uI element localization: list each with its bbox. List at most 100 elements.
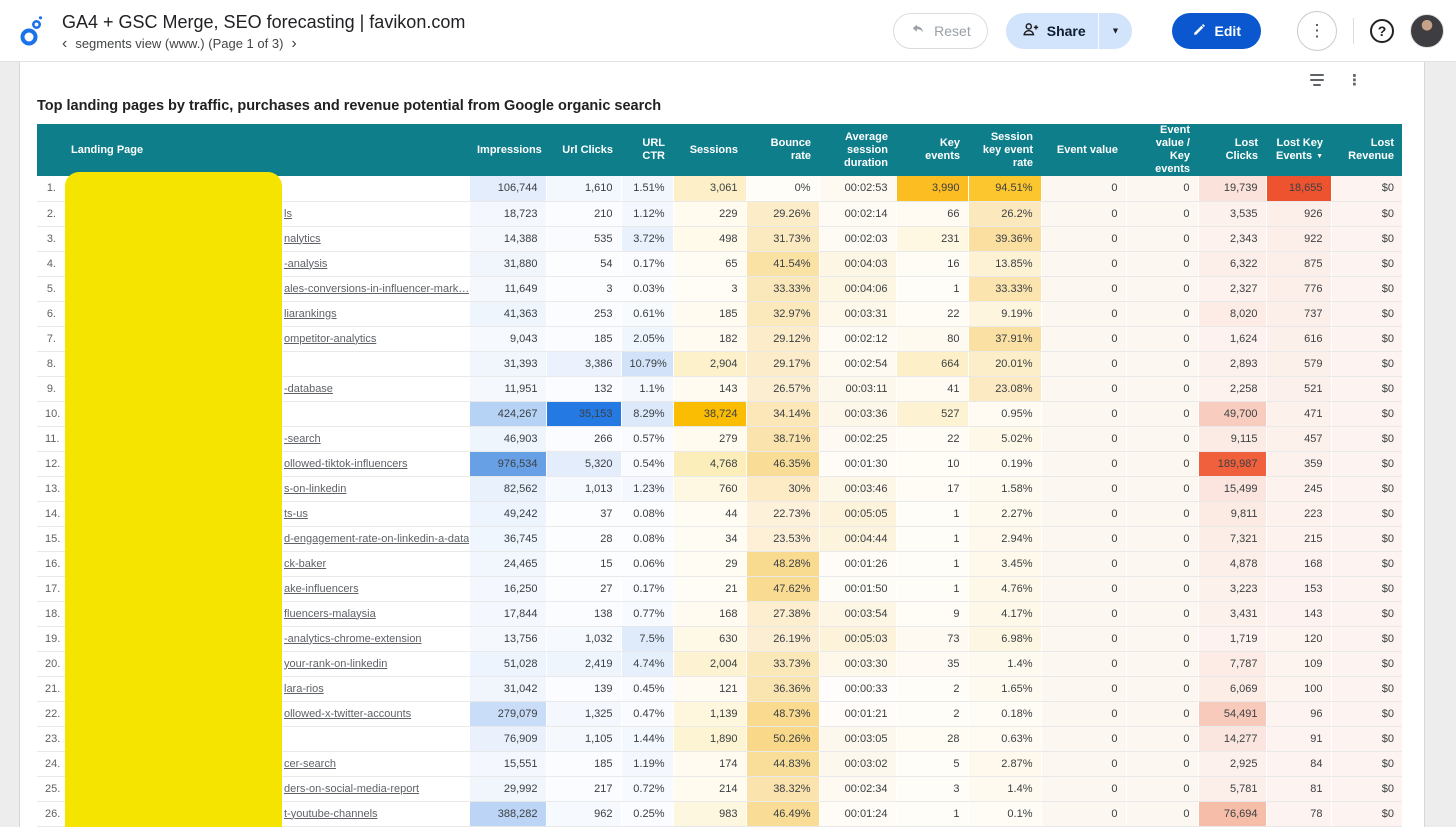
cell-event_value_per_key_events: 0 (1125, 176, 1198, 202)
column-header-impressions[interactable]: Impressions (469, 124, 546, 176)
cell-lost_key_events: 521 (1265, 376, 1331, 402)
cell-lost_revenue: $0 (1330, 801, 1402, 827)
cell-lost_clicks: 14,277 (1197, 726, 1266, 752)
cell-key_events: 2 (895, 676, 968, 702)
report-title[interactable]: GA4 + GSC Merge, SEO forecasting | favik… (62, 10, 465, 34)
cell-impressions: 46,903 (468, 426, 546, 452)
user-avatar[interactable] (1410, 13, 1444, 48)
landing-page-link[interactable]: ls (284, 208, 292, 220)
column-header-landing_page[interactable]: Landing Page (65, 124, 469, 176)
chart-more-icon[interactable]: ⋮ (1347, 71, 1362, 89)
share-button[interactable]: Share ▼ (1005, 12, 1132, 49)
column-header-event_value[interactable]: Event value (1041, 124, 1126, 176)
share-main[interactable]: Share (1006, 13, 1098, 49)
cell-event_value_per_key_events: 0 (1125, 626, 1198, 652)
column-header-lost_key_events[interactable]: Lost Key Events ▼ (1266, 124, 1331, 176)
cell-event_value: 0 (1040, 201, 1126, 227)
cell-event_value_per_key_events: 0 (1125, 576, 1198, 602)
cell-avg_session_duration: 00:03:54 (818, 601, 896, 627)
cell-sessions: 38,724 (672, 401, 746, 427)
landing-page-link[interactable]: -database (284, 383, 333, 395)
landing-page-link[interactable]: s-on-linkedin (284, 483, 346, 495)
landing-page-link[interactable]: your-rank-on-linkedin (284, 658, 387, 670)
cell-key_events: 1 (895, 576, 968, 602)
more-options-button[interactable]: ⋮ (1297, 10, 1337, 51)
row-index: 16. (37, 551, 65, 577)
cell-sessions: 44 (672, 501, 746, 527)
cell-url_ctr: 7.5% (620, 626, 673, 652)
next-page-icon[interactable]: › (291, 35, 296, 51)
table-header-row: Landing Page Impressions Url Clicks URL CTR… (37, 124, 1402, 176)
landing-page-link[interactable]: ck-baker (284, 558, 326, 570)
cell-event_value: 0 (1040, 401, 1126, 427)
landing-page-link[interactable]: -analytics-chrome-extension (284, 633, 422, 645)
landing-page-link[interactable]: -search (284, 433, 321, 445)
landing-page-link[interactable]: liarankings (284, 308, 337, 320)
cell-lost_key_events: 153 (1265, 576, 1331, 602)
column-header-session_key_event_rate[interactable]: Session key event rate (968, 124, 1041, 176)
cell-url_clicks: 253 (545, 301, 621, 327)
column-header-lost_clicks[interactable]: Lost Clicks (1198, 124, 1266, 176)
cell-sessions: 29 (672, 551, 746, 577)
cell-sessions: 143 (672, 376, 746, 402)
cell-bounce_rate: 48.28% (745, 551, 819, 577)
column-header-event_value_per_key_events[interactable]: Event value / Key events (1126, 124, 1198, 176)
cell-url_ctr: 0.54% (620, 451, 673, 477)
prev-page-icon[interactable]: ‹ (62, 35, 67, 51)
column-header-url_clicks[interactable]: Url Clicks (546, 124, 621, 176)
row-index: 2. (37, 201, 65, 227)
page-nav-label[interactable]: segments view (www.) (Page 1 of 3) (75, 36, 283, 51)
cell-lost_key_events: 579 (1265, 351, 1331, 377)
landing-page-link[interactable]: ollowed-x-twitter-accounts (284, 708, 411, 720)
landing-page-link[interactable]: nalytics (284, 233, 321, 245)
cell-bounce_rate: 33.33% (745, 276, 819, 302)
column-header-url_ctr[interactable]: URL CTR (621, 124, 673, 176)
share-dropdown-button[interactable]: ▼ (1099, 13, 1132, 49)
looker-studio-logo-icon[interactable] (14, 11, 50, 51)
landing-page-link[interactable]: d-engagement-rate-on-linkedin-a-data… (284, 533, 469, 545)
landing-page-link[interactable]: ompetitor-analytics (284, 333, 376, 345)
cell-session_key_event_rate: 39.36% (967, 226, 1041, 252)
landing-page-link[interactable]: cer-search (284, 758, 336, 770)
landing-page-link[interactable]: ollowed-tiktok-influencers (284, 458, 408, 470)
column-header-avg_session_duration[interactable]: Average session duration (819, 124, 896, 176)
landing-page-link[interactable]: ts-us (284, 508, 308, 520)
column-header-sessions[interactable]: Sessions (673, 124, 746, 176)
cell-lost_key_events: 91 (1265, 726, 1331, 752)
row-index: 6. (37, 301, 65, 327)
cell-sessions: 983 (672, 801, 746, 827)
filter-icon[interactable] (1307, 71, 1327, 89)
landing-page-link[interactable]: t-youtube-channels (284, 808, 378, 820)
landing-page-link[interactable]: fluencers-malaysia (284, 608, 376, 620)
landing-page-link[interactable]: ales-conversions-in-influencer-mark… (284, 283, 469, 295)
cell-url_clicks: 1,032 (545, 626, 621, 652)
reset-button[interactable]: Reset (893, 12, 988, 49)
landing-page-link[interactable]: ake-influencers (284, 583, 359, 595)
cell-event_value_per_key_events: 0 (1125, 276, 1198, 302)
edit-button[interactable]: Edit (1171, 12, 1261, 49)
landing-page-link[interactable]: ders-on-social-media-report (284, 783, 419, 795)
cell-event_value: 0 (1040, 226, 1126, 252)
cell-bounce_rate: 27.38% (745, 601, 819, 627)
cell-bounce_rate: 47.62% (745, 576, 819, 602)
column-header-index[interactable] (37, 124, 65, 176)
row-index: 1. (37, 176, 65, 202)
cell-session_key_event_rate: 26.2% (967, 201, 1041, 227)
header-actions: Reset Share ▼ Edit ⋮ ? (893, 10, 1444, 51)
column-header-key_events[interactable]: Key events (896, 124, 968, 176)
cell-url_clicks: 535 (545, 226, 621, 252)
column-header-bounce_rate[interactable]: Bounce rate (746, 124, 819, 176)
cell-key_events: 17 (895, 476, 968, 502)
cell-session_key_event_rate: 37.91% (967, 326, 1041, 352)
cell-key_events: 1 (895, 501, 968, 527)
cell-event_value_per_key_events: 0 (1125, 326, 1198, 352)
cell-event_value: 0 (1040, 301, 1126, 327)
landing-page-link[interactable]: lara-rios (284, 683, 324, 695)
cell-url_clicks: 37 (545, 501, 621, 527)
cell-lost_clicks: 2,258 (1197, 376, 1266, 402)
help-button[interactable]: ? (1370, 18, 1394, 43)
cell-sessions: 498 (672, 226, 746, 252)
landing-page-link[interactable]: -analysis (284, 258, 327, 270)
column-header-lost_revenue[interactable]: Lost Revenue (1331, 124, 1402, 176)
row-index: 9. (37, 376, 65, 402)
